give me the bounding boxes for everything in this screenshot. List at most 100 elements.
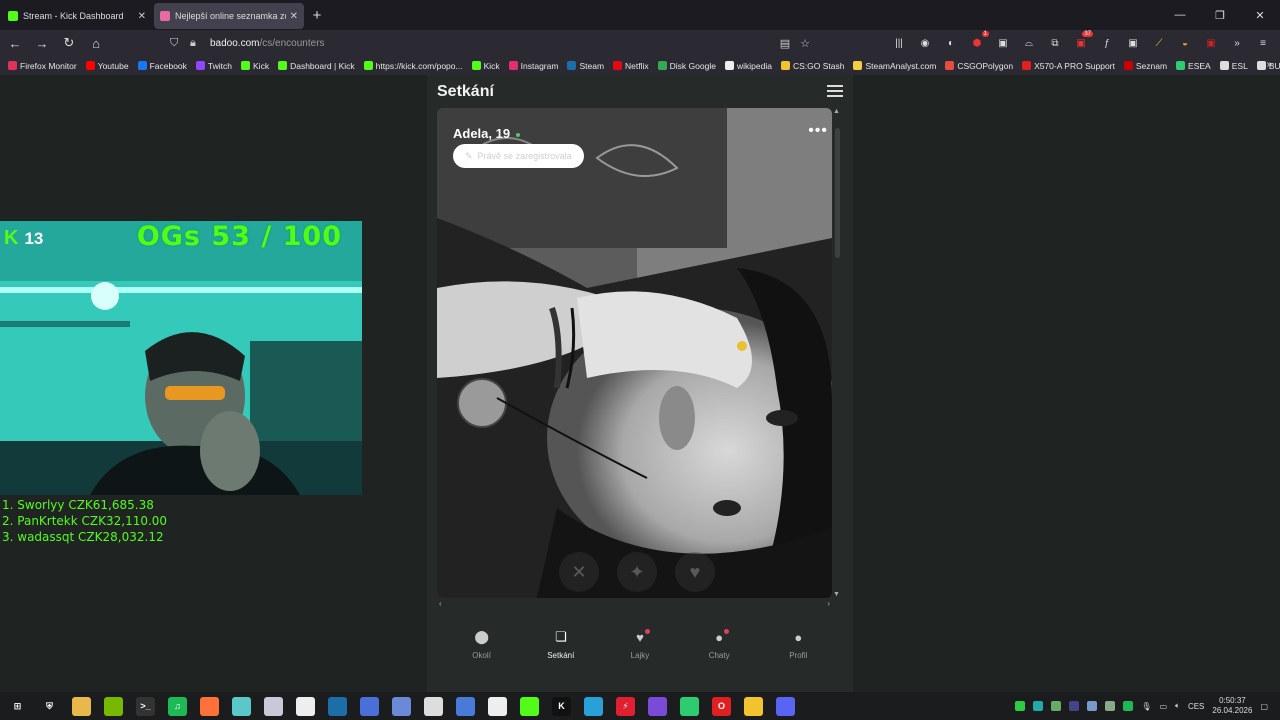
language-indicator[interactable]: CES — [1188, 702, 1204, 711]
bookmark-item[interactable]: Facebook — [137, 61, 187, 71]
windows-taskbar-icon[interactable]: ⊞ — [8, 696, 27, 716]
tab-badoo[interactable]: Nejlepší online seznamka zdarma ✕ — [154, 3, 304, 29]
profile-photo[interactable]: Adela, 19 ••• ✎ Právě se zaregistrovala ✕… — [437, 108, 832, 598]
app-yellow-taskbar-icon[interactable] — [744, 696, 763, 716]
ext-icon[interactable]: ƒ — [1098, 34, 1116, 52]
bookmark-item[interactable]: CS:GO Stash — [780, 61, 844, 71]
scroll-right-icon[interactable]: › — [827, 599, 830, 608]
like-button[interactable]: ♥ — [675, 552, 715, 592]
superlike-button[interactable]: ✦ — [617, 552, 657, 592]
bookmark-item[interactable]: SteamAnalyst.com — [853, 61, 936, 71]
bookmark-item[interactable]: ESL — [1219, 61, 1248, 71]
account-icon[interactable]: ◉ — [916, 34, 934, 52]
bookmark-item[interactable]: Netflix — [613, 61, 649, 71]
opera-taskbar-icon[interactable]: O — [712, 696, 731, 716]
app-red-taskbar-icon[interactable]: ⚡ — [616, 696, 635, 716]
home-icon[interactable]: ⌂ — [84, 31, 108, 55]
clock[interactable]: 0:50:37 26.04.2026 — [1212, 696, 1252, 716]
tray-icon[interactable] — [1069, 701, 1080, 711]
app-green-taskbar-icon[interactable] — [520, 696, 539, 716]
ext-icon[interactable]: ◒ — [1176, 34, 1194, 52]
tray-icon[interactable] — [1051, 701, 1062, 711]
ext-icon[interactable]: ▣ — [1124, 34, 1142, 52]
ext-icon[interactable]: ⟋ — [1150, 34, 1168, 52]
more-options-icon[interactable]: ••• — [808, 122, 828, 140]
bookmark-item[interactable]: Firefox Monitor — [8, 61, 77, 71]
scroll-thumb[interactable] — [835, 128, 840, 258]
app-white-taskbar-icon[interactable] — [488, 696, 507, 716]
app-blue-taskbar-icon[interactable] — [392, 696, 411, 716]
forward-icon[interactable]: → — [30, 31, 54, 55]
tray-icon[interactable] — [1087, 701, 1098, 711]
network-icon[interactable]: ▭ — [1160, 702, 1168, 711]
bookmark-item[interactable]: Kick — [471, 61, 500, 71]
vertical-scrollbar[interactable]: ▲ ▼ — [832, 108, 842, 598]
window-close-icon[interactable]: ✕ — [1240, 0, 1280, 30]
horizontal-scrollbar[interactable]: ‹ › — [437, 599, 832, 609]
app-disc-taskbar-icon[interactable] — [264, 696, 283, 716]
bookmark-item[interactable]: wikipedia — [724, 61, 772, 71]
menu-icon[interactable]: ≡ — [1254, 34, 1272, 52]
back-icon[interactable]: ← — [3, 31, 27, 55]
url-bar[interactable]: ⛉ 🔒︎ badoo.com/cs/encounters ▤ ☆ — [170, 32, 820, 54]
bookmark-item[interactable]: https://kick.com/popo... — [363, 61, 463, 71]
app-chart-taskbar-icon[interactable] — [680, 696, 699, 716]
app-purple-taskbar-icon[interactable] — [648, 696, 667, 716]
bookmark-item[interactable]: Steam — [567, 61, 604, 71]
reload-icon[interactable]: ↻ — [57, 31, 81, 55]
notifications-icon[interactable]: ▢ — [1260, 702, 1268, 711]
steam-ext-icon[interactable]: ◐ — [942, 34, 960, 52]
shield-taskbar-icon[interactable]: ⛨ — [40, 696, 59, 716]
ext-icon[interactable]: ▣ 37 — [1072, 31, 1093, 52]
notepad-taskbar-icon[interactable] — [232, 696, 251, 716]
explorer-taskbar-icon[interactable] — [72, 696, 91, 716]
bookmark-star-icon[interactable]: ☆ — [800, 37, 810, 50]
minimize-icon[interactable]: — — [1160, 0, 1200, 30]
bookmark-item[interactable]: CSGOPolygon — [945, 61, 1013, 71]
ext-icon[interactable]: ▣ — [994, 34, 1012, 52]
steam-taskbar-icon[interactable] — [328, 696, 347, 716]
scroll-up-icon[interactable]: ▲ — [833, 108, 840, 115]
calculator-taskbar-icon[interactable] — [456, 696, 475, 716]
nav-item-profil[interactable]: ● Profil — [768, 617, 828, 692]
kick-taskbar-icon[interactable]: K — [552, 696, 571, 716]
adblock-ext-icon[interactable]: ⬢ 1 — [968, 31, 989, 52]
reader-view-icon[interactable]: ▤ — [780, 37, 790, 50]
new-tab-icon[interactable]: + — [304, 2, 330, 28]
bookmark-item[interactable]: ESEA — [1176, 61, 1211, 71]
bookmark-item[interactable]: Instagram — [508, 61, 558, 71]
tray-icon[interactable] — [1033, 701, 1044, 711]
terminal-taskbar-icon[interactable]: >_ — [136, 696, 155, 716]
bookmarks-overflow-icon[interactable]: » — [1266, 59, 1272, 70]
ext-icon[interactable]: ⌓ — [1020, 34, 1038, 52]
tray-icon[interactable] — [1015, 701, 1026, 711]
bookmark-item[interactable]: Youtube — [85, 61, 129, 71]
close-icon[interactable]: ✕ — [138, 11, 146, 22]
tab-kick-dashboard[interactable]: Stream - Kick Dashboard ✕ — [2, 3, 152, 29]
close-icon[interactable]: ✕ — [290, 11, 298, 22]
microphone-icon[interactable]: 🎙︎ — [1141, 702, 1151, 711]
ext-icon[interactable]: ▣ — [1202, 34, 1220, 52]
nav-item-okoli[interactable]: ⬤ Okolí — [452, 617, 512, 692]
firefox-taskbar-icon[interactable] — [200, 696, 219, 716]
bookmark-item[interactable]: Disk Google — [657, 61, 716, 71]
discord-taskbar-icon[interactable] — [776, 696, 795, 716]
nav-item-chaty[interactable]: ● Chaty — [689, 617, 749, 692]
nav-item-lajky[interactable]: ♥ Lajky — [610, 617, 670, 692]
bookmark-item[interactable]: X570-A PRO Support — [1022, 61, 1115, 71]
pass-button[interactable]: ✕ — [559, 552, 599, 592]
bookmark-item[interactable]: Twitch — [195, 61, 232, 71]
bookmark-item[interactable]: Seznam — [1123, 61, 1167, 71]
app-cyan-taskbar-icon[interactable] — [584, 696, 603, 716]
overflow-icon[interactable]: » — [1228, 34, 1246, 52]
restore-icon[interactable]: ❐ — [1200, 0, 1240, 30]
extensions-icon[interactable]: ⧉ — [1046, 34, 1064, 52]
nav-item-setkani[interactable]: ❏ Setkání — [531, 617, 591, 692]
monitor-taskbar-icon[interactable] — [360, 696, 379, 716]
volume-icon[interactable]: 🔈︎ — [1175, 701, 1180, 711]
shield-icon[interactable]: ⛉ — [170, 37, 184, 50]
filter-settings-icon[interactable] — [827, 85, 843, 99]
tray-icon[interactable] — [1105, 701, 1116, 711]
nvidia-taskbar-icon[interactable] — [104, 696, 123, 716]
scroll-down-icon[interactable]: ▼ — [833, 591, 840, 598]
